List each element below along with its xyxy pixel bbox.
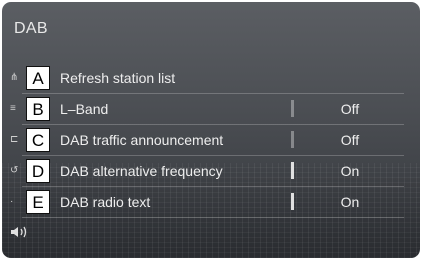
callout-letter: B — [26, 97, 50, 121]
antenna-icon: ⋔ — [10, 72, 19, 83]
volume-icon[interactable] — [10, 225, 30, 239]
row-divider — [22, 217, 404, 218]
refresh-station-list-row[interactable]: ⋔ A Refresh station list — [2, 63, 420, 94]
dab-alternative-frequency-row[interactable]: ↺ D DAB alternative frequency On — [2, 156, 420, 187]
dot-icon: · — [10, 196, 14, 207]
value-separator — [291, 131, 294, 148]
value-separator — [291, 100, 294, 117]
callout-letter: C — [26, 128, 50, 152]
value-separator — [291, 193, 294, 210]
callout-letter: E — [26, 190, 50, 214]
row-value: On — [340, 163, 360, 179]
dab-radio-text-row[interactable]: · E DAB radio text On — [2, 187, 420, 218]
row-label: Refresh station list — [60, 70, 176, 86]
callout-letter: A — [26, 66, 50, 90]
callout-letter: D — [26, 159, 50, 183]
l-band-row[interactable]: ≡ B L–Band Off — [2, 94, 420, 125]
list-icon: ≡ — [10, 103, 16, 114]
row-label: DAB radio text — [60, 194, 151, 210]
row-label: L–Band — [60, 101, 109, 117]
value-separator — [291, 162, 294, 179]
row-value: Off — [340, 101, 360, 117]
row-label: DAB alternative frequency — [60, 163, 223, 179]
dab-settings-screen: DAB ⋔ A Refresh station list ≡ B L–Band … — [2, 2, 420, 258]
dab-traffic-announcement-row[interactable]: ⊏ C DAB traffic announcement Off — [2, 125, 420, 156]
screen-title: DAB — [14, 20, 48, 37]
row-label: DAB traffic announcement — [60, 132, 224, 148]
traffic-icon: ⊏ — [10, 134, 19, 145]
row-value: Off — [340, 132, 360, 148]
row-value: On — [340, 194, 360, 210]
refresh-icon: ↺ — [10, 165, 19, 176]
